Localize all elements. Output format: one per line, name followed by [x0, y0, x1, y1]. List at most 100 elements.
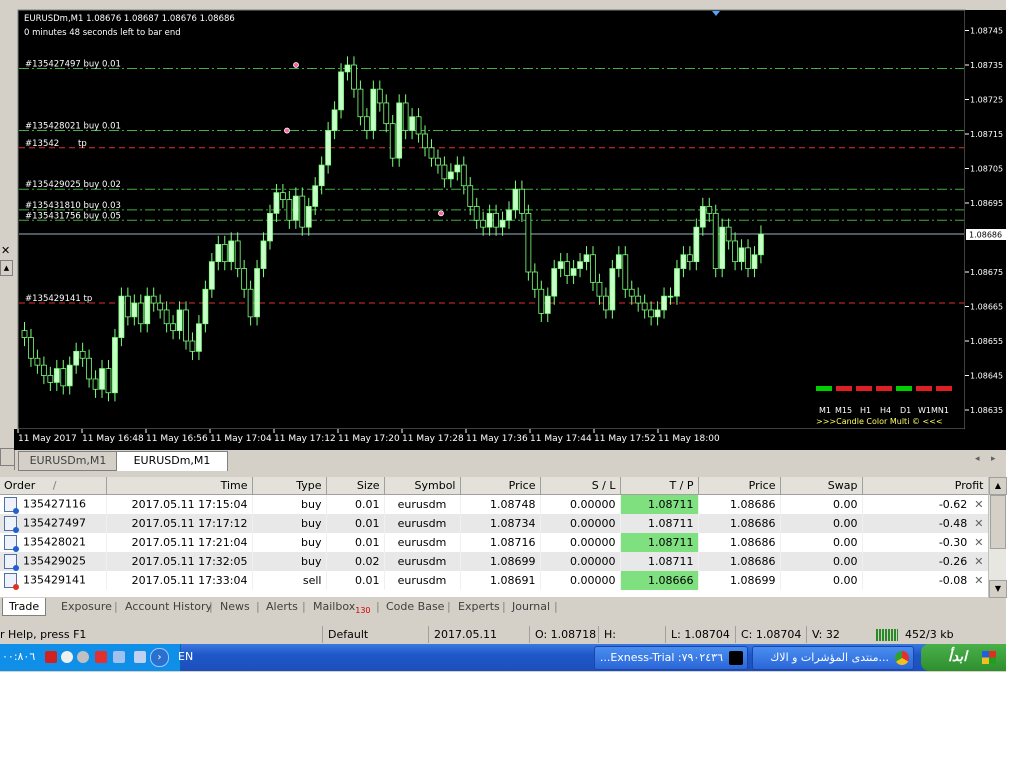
tab-scroll-left-icon[interactable]: ◂ — [975, 454, 980, 464]
order-line-label: #135428021 buy 0.01 — [25, 122, 121, 132]
tray-app-icon[interactable] — [134, 651, 146, 663]
time-scale-label: 11 May 2017 — [18, 434, 77, 444]
col-swap[interactable]: Swap — [780, 477, 863, 495]
tab-alerts[interactable]: Alerts — [266, 600, 298, 613]
bar-timer: 0 minutes 48 seconds left to bar end — [24, 28, 181, 38]
tab-journal[interactable]: Journal — [512, 600, 550, 613]
candle-body — [409, 116, 416, 131]
col-symbol[interactable]: Symbol — [384, 477, 461, 495]
tab-separator: | — [209, 600, 213, 613]
scroll-up-icon[interactable]: ▲ — [989, 477, 1007, 495]
table-row[interactable]: 135427497 2017.05.11 17:17:12 buy 0.01 eur… — [0, 514, 989, 533]
tray-app-icon[interactable] — [77, 651, 89, 663]
table-row[interactable]: 135427116 2017.05.11 17:15:04 buy 0.01 eur… — [0, 494, 989, 514]
candle-body — [628, 288, 635, 297]
start-button[interactable]: ابدأ — [921, 644, 1006, 671]
tab-mailbox[interactable]: Mailbox130 — [313, 600, 371, 615]
chart-tab-1[interactable]: EURUSDm,M1 — [18, 451, 118, 471]
network-icon[interactable] — [113, 651, 125, 663]
close-order-icon[interactable]: ✕ — [974, 555, 983, 568]
col-profit[interactable]: Profit — [862, 477, 989, 495]
order-line-label: #135429141 tp — [25, 294, 92, 304]
col-type[interactable]: Type — [252, 477, 327, 495]
candle-body — [506, 209, 512, 221]
candle-body — [105, 368, 112, 394]
tab-experts[interactable]: Experts — [458, 600, 500, 613]
candle-body — [34, 357, 41, 366]
chart-symbol-line: EURUSDm,M1 1.08676 1.08687 1.08676 1.086… — [24, 14, 235, 24]
table-row[interactable]: 135429025 2017.05.11 17:32:05 buy 0.02 eur… — [0, 552, 989, 571]
candle-body — [615, 254, 622, 269]
tab-account-history[interactable]: Account History — [125, 600, 212, 613]
scroll-down-icon[interactable]: ▼ — [989, 580, 1007, 598]
security-shield-icon[interactable] — [95, 651, 107, 663]
language-indicator[interactable]: EN — [178, 650, 193, 663]
antivirus-shield-icon[interactable] — [45, 651, 57, 663]
candle-body — [40, 364, 47, 376]
order-line-label: #135429025 buy 0.02 — [25, 180, 121, 190]
table-row[interactable]: 135428021 2017.05.11 17:21:04 buy 0.01 eur… — [0, 533, 989, 552]
candle-body — [234, 240, 241, 269]
left-panel-tab[interactable] — [0, 448, 15, 466]
tab-trade[interactable]: Trade — [2, 598, 47, 616]
time-scale-label: 11 May 17:12 — [274, 434, 336, 444]
col-current-price[interactable]: Price — [698, 477, 781, 495]
col-price[interactable]: Price — [460, 477, 541, 495]
col-sl[interactable]: S / L — [540, 477, 621, 495]
candle-body — [357, 88, 364, 118]
tab-separator: | — [502, 600, 506, 613]
candle-body — [150, 295, 157, 304]
taskbar-item-browser[interactable]: منتدى المؤشرات و الاك... — [752, 646, 914, 670]
taskbar-item-mt4[interactable]: ...Exness-Trial :٧٩٠٢٤٣٦ — [594, 646, 748, 670]
col-order[interactable]: Order / — [0, 477, 107, 495]
tray-app-icon[interactable] — [61, 651, 73, 663]
candle-body — [557, 261, 564, 269]
candle-body — [28, 337, 34, 359]
close-order-icon[interactable]: ✕ — [974, 574, 983, 587]
chart-tab-2[interactable]: EURUSDm,M1 — [116, 451, 228, 471]
price-scale-label: 1.08665 — [970, 303, 1003, 312]
buy-order-icon — [4, 554, 19, 571]
tab-news[interactable]: News — [220, 600, 250, 613]
tab-separator: | — [554, 600, 558, 613]
candle-body — [499, 219, 506, 228]
candle-body — [331, 109, 338, 131]
candle-body — [732, 240, 738, 263]
tab-scroll-right-icon[interactable]: ▸ — [991, 454, 996, 464]
candle-body — [441, 164, 448, 180]
col-time[interactable]: Time — [106, 477, 253, 495]
candle-body — [92, 378, 99, 390]
col-size[interactable]: Size — [326, 477, 385, 495]
close-order-icon[interactable]: ✕ — [974, 536, 983, 549]
candle-body — [338, 71, 344, 111]
candle-body — [215, 243, 222, 263]
table-row[interactable]: 135429141 2017.05.11 17:33:04 sell 0.01 eu… — [0, 571, 989, 590]
candle-body — [706, 206, 713, 214]
orders-table: Order / Time Type Size Symbol Price S / … — [0, 477, 989, 590]
tray-clock[interactable]: ٠٠:٨٠٦ — [2, 650, 35, 663]
tray-expand-icon[interactable]: › — [150, 648, 169, 667]
indicator-label: >>>Candle Color Multi © <<< — [816, 417, 943, 426]
tab-code-base[interactable]: Code Base — [386, 600, 444, 613]
tf-label-w1: W1 — [918, 406, 931, 415]
candle-body — [667, 295, 674, 298]
candle-body — [622, 254, 629, 290]
candle-body — [221, 243, 228, 263]
indicator-square — [856, 386, 872, 391]
candle-body — [531, 271, 538, 290]
candle-body — [137, 302, 144, 325]
close-order-icon[interactable]: ✕ — [974, 517, 983, 530]
exness-app-icon — [729, 651, 743, 665]
price-chart[interactable]: #135427497 buy 0.01 #135428021 buy 0.01 #1… — [0, 0, 1006, 450]
candle-body — [157, 302, 164, 311]
close-order-icon[interactable]: ✕ — [974, 498, 983, 511]
status-profile[interactable]: Default — [322, 626, 424, 643]
candle-body — [712, 212, 719, 269]
buy-order-icon — [4, 535, 19, 552]
col-tp[interactable]: T / P — [620, 477, 699, 495]
mailbox-count-badge: 130 — [355, 606, 371, 616]
table-scrollbar[interactable]: ▲ ▼ — [988, 477, 1007, 598]
price-scale-label: 1.08705 — [970, 165, 1003, 174]
tab-exposure[interactable]: Exposure — [61, 600, 112, 613]
scroll-thumb[interactable] — [990, 495, 1006, 549]
